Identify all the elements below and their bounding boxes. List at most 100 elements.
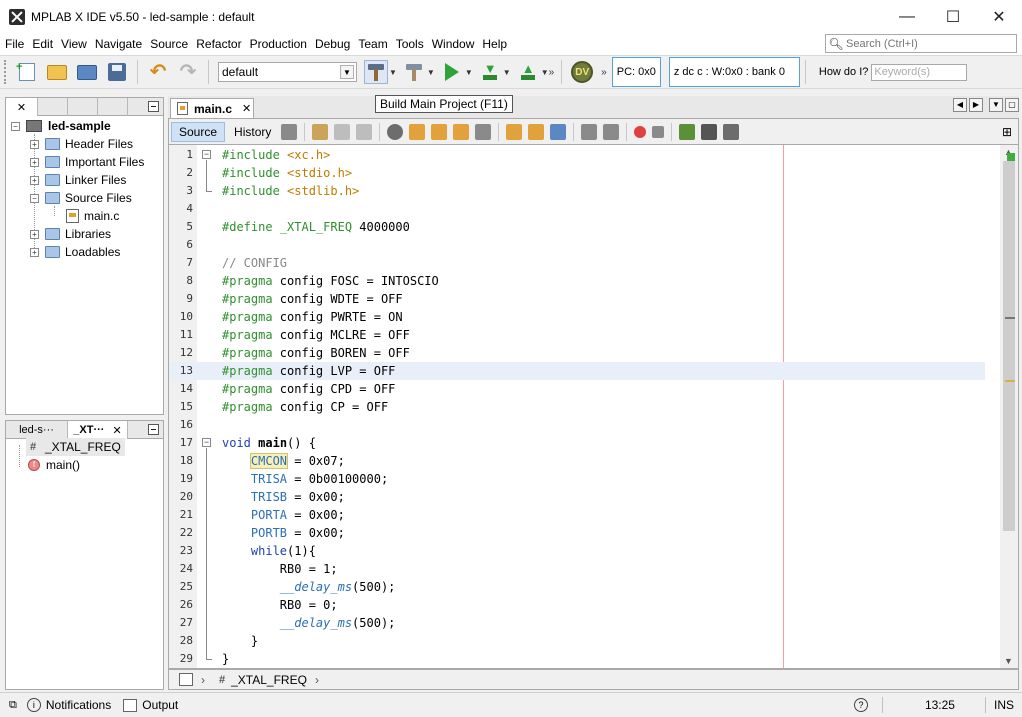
code-line[interactable]: 25 __delay_ms(500); (169, 578, 985, 596)
stop-macro-recording-icon[interactable] (652, 125, 665, 138)
files-tab[interactable] (38, 98, 68, 116)
build-main-project-button[interactable] (364, 60, 388, 84)
uncomment-icon[interactable] (701, 123, 718, 140)
vertical-scrollbar[interactable]: ▲ ▼ (1000, 145, 1018, 668)
read-device-button[interactable] (516, 60, 540, 84)
maximize-button[interactable]: ☐ (930, 0, 976, 33)
fold-toggle-icon[interactable]: − (202, 150, 211, 159)
show-opened-documents-icon[interactable]: ▼ (989, 98, 1003, 112)
breadcrumb-item[interactable]: _XTAL_FREQ (231, 673, 307, 687)
close-tab-icon[interactable]: ✕ (242, 102, 251, 115)
code-line[interactable]: 17 void main() { (169, 434, 985, 452)
code-line[interactable]: 11 #pragma config MCLRE = OFF (169, 326, 985, 344)
close-icon[interactable]: ✕ (17, 101, 26, 114)
previous-bookmark-icon[interactable] (506, 123, 523, 140)
menu-debug[interactable]: Debug (311, 37, 353, 51)
next-icon[interactable] (356, 123, 373, 140)
minimize-panel-button[interactable] (148, 424, 159, 435)
tree-item-libraries[interactable]: + Libraries (30, 225, 111, 243)
navigator-tab[interactable]: _XT··· ✕ (68, 421, 128, 439)
expand-icon[interactable]: + (30, 229, 39, 239)
close-button[interactable]: ✕ (976, 0, 1022, 33)
code-line[interactable]: 8 #pragma config FOSC = INTOSCIO (169, 272, 985, 290)
expand-icon[interactable]: + (30, 139, 39, 149)
menu-source[interactable]: Source (146, 37, 191, 51)
toggle-rectangular-selection-icon[interactable] (475, 123, 492, 140)
code-line[interactable]: 1 #include <xc.h> (169, 146, 985, 164)
minimize-button[interactable]: — (884, 0, 930, 33)
tree-item-loadables[interactable]: + Loadables (30, 243, 120, 261)
how-do-i-input[interactable]: Keyword(s) (871, 63, 968, 81)
make-and-program-button[interactable] (478, 60, 502, 84)
scroll-tabs-right-icon[interactable]: ▶ (969, 98, 983, 112)
code-line[interactable]: 28 } (169, 632, 985, 650)
read-dropdown-arrow[interactable]: ▼ (541, 68, 549, 77)
history-view-tab[interactable]: History (227, 122, 278, 142)
code-line[interactable]: 21 PORTA = 0x00; (169, 506, 985, 524)
build-dropdown-arrow[interactable]: ▼ (389, 68, 397, 77)
toolbar-overflow-icon[interactable]: » (549, 67, 555, 78)
notifications-button[interactable]: Notifications (46, 698, 111, 712)
code-line[interactable]: 12 #pragma config BOREN = OFF (169, 344, 985, 362)
code-line[interactable]: 24 RB0 = 1; (169, 560, 985, 578)
code-line[interactable]: 29} (169, 650, 985, 668)
start-macro-recording-icon[interactable] (634, 125, 647, 138)
dashboard-tab[interactable]: led-s··· (6, 421, 68, 439)
toggle-highlight-icon[interactable] (453, 123, 470, 140)
redo-button[interactable]: ↷ (176, 60, 200, 84)
code-line[interactable]: 16 (169, 416, 985, 434)
toggle-bookmark-icon[interactable] (550, 123, 567, 140)
clean-build-dropdown-arrow[interactable]: ▼ (427, 68, 435, 77)
code-line[interactable]: 13 #pragma config LVP = OFF (169, 362, 985, 380)
expand-icon[interactable]: + (30, 175, 39, 185)
split-editor-icon[interactable]: ⊞ (1002, 125, 1012, 139)
scroll-down-icon[interactable]: ▼ (1004, 656, 1013, 666)
open-project-button[interactable] (75, 60, 99, 84)
help-question-icon[interactable]: ? (853, 698, 868, 712)
shift-line-right-icon[interactable] (603, 123, 620, 140)
code-line[interactable]: 20 TRISB = 0x00; (169, 488, 985, 506)
menu-file[interactable]: File (1, 37, 27, 51)
fold-toggle-icon[interactable]: − (202, 438, 211, 447)
maximize-editor-icon[interactable]: ▢ (1005, 98, 1019, 112)
menu-edit[interactable]: Edit (28, 37, 56, 51)
code-line[interactable]: 23 while(1){ (169, 542, 985, 560)
tree-item-main-c[interactable]: main.c (66, 207, 119, 225)
minimize-panel-button[interactable] (148, 101, 159, 112)
back-icon[interactable] (312, 123, 329, 140)
forward-icon[interactable] (334, 123, 351, 140)
code-line[interactable]: 22 PORTB = 0x00; (169, 524, 985, 542)
tree-item-important-files[interactable]: + Important Files (30, 153, 144, 171)
tree-item-header-files[interactable]: + Header Files (30, 135, 133, 153)
code-line[interactable]: 10 #pragma config PWRTE = ON (169, 308, 985, 326)
window-switch-icon[interactable]: ⧉ (9, 699, 17, 712)
comment-icon[interactable] (679, 123, 696, 140)
code-line[interactable]: 26 RB0 = 0; (169, 596, 985, 614)
find-icon[interactable] (387, 123, 404, 140)
code-line[interactable]: 3 #include <stdlib.h> (169, 182, 985, 200)
run-dropdown-arrow[interactable]: ▼ (465, 68, 473, 77)
menu-production[interactable]: Production (246, 37, 310, 51)
menu-refactor[interactable]: Refactor (192, 37, 244, 51)
source-view-tab[interactable]: Source (171, 121, 226, 142)
menu-help[interactable]: Help (478, 37, 510, 51)
code-line[interactable]: 4 (169, 200, 985, 218)
menu-view[interactable]: View (57, 37, 90, 51)
code-line[interactable]: 19 TRISA = 0b00100000; (169, 470, 985, 488)
tree-item-source-files[interactable]: − Source Files (30, 189, 132, 207)
code-line[interactable]: 15 #pragma config CP = OFF (169, 398, 985, 416)
collapse-icon[interactable]: − (11, 121, 20, 131)
projects-tab[interactable]: ✕ (6, 98, 38, 116)
code-line[interactable]: 27 __delay_ms(500); (169, 614, 985, 632)
shift-line-left-icon[interactable] (581, 123, 598, 140)
code-line[interactable]: 6 (169, 236, 985, 254)
close-icon[interactable]: ✕ (112, 424, 121, 437)
scroll-tabs-left-icon[interactable]: ◀ (953, 98, 967, 112)
classes-tab[interactable] (68, 98, 98, 116)
code-editor[interactable]: 1 #include <xc.h> 2 #include <stdio.h> 3 #inc… (168, 144, 1019, 669)
toolbar-overflow-icon[interactable]: » (601, 67, 607, 78)
clean-build-button[interactable] (402, 60, 426, 84)
navigator-item-xtal-freq[interactable]: # _XTAL_FREQ (26, 438, 125, 456)
code-line[interactable]: 9 #pragma config WDTE = OFF (169, 290, 985, 308)
configuration-select[interactable]: default ▼ (218, 62, 357, 82)
